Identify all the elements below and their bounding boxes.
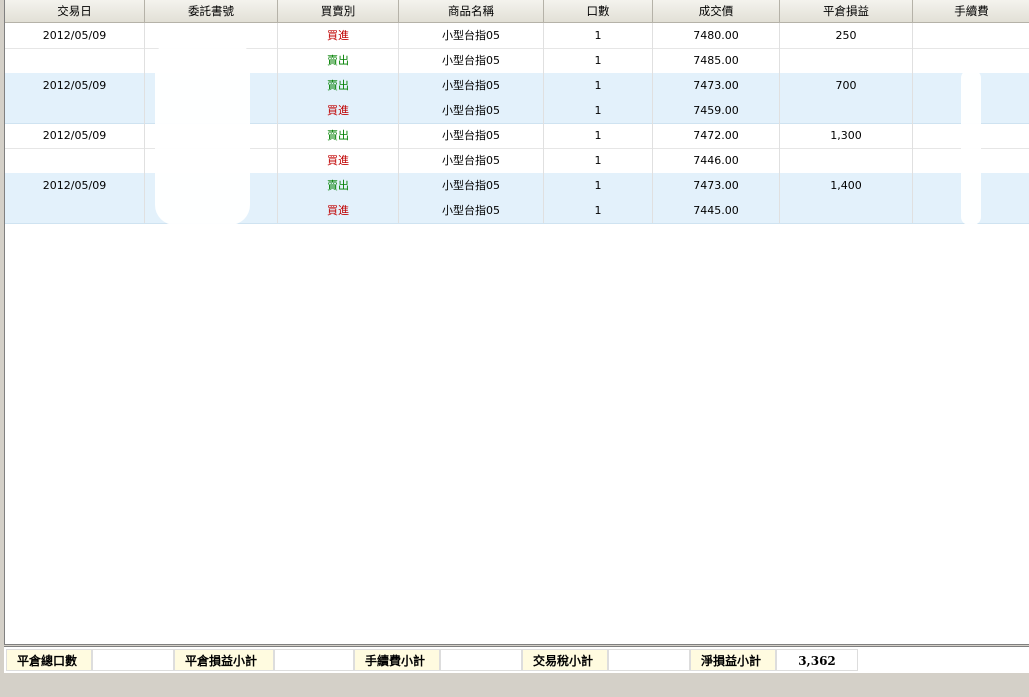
cell-close-pnl: 250 [780,23,913,48]
cell-quantity: 1 [544,73,653,98]
trade-grid: 交易日 委託書號 買賣別 商品名稱 口數 成交價 平倉損益 手續費 2012/0… [4,0,1029,645]
cell-side: 買進 [278,148,399,173]
cell-quantity: 1 [544,173,653,198]
cell-product: 小型台指05 [399,73,544,98]
header-order-no[interactable]: 委託書號 [145,0,278,22]
cell-quantity: 1 [544,48,653,73]
cell-product: 小型台指05 [399,123,544,148]
cell-trade-date [5,148,145,173]
cell-fee [913,23,1029,48]
cell-close-pnl [780,198,913,223]
grid-header: 交易日 委託書號 買賣別 商品名稱 口數 成交價 平倉損益 手續費 [5,0,1029,23]
cell-trade-date [5,98,145,123]
close-qty-value [92,649,174,671]
cell-side: 買進 [278,98,399,123]
cell-quantity: 1 [544,98,653,123]
redaction-mark [961,70,981,225]
cell-quantity: 1 [544,123,653,148]
cell-side: 賣出 [278,48,399,73]
close-qty-label: 平倉總口數 [6,649,92,671]
header-quantity[interactable]: 口數 [544,0,653,22]
cell-trade-date: 2012/05/09 [5,73,145,98]
cell-product: 小型台指05 [399,23,544,48]
cell-product: 小型台指05 [399,98,544,123]
cell-close-pnl [780,48,913,73]
header-product[interactable]: 商品名稱 [399,0,544,22]
cell-close-pnl: 700 [780,73,913,98]
header-close-pnl[interactable]: 平倉損益 [780,0,913,22]
header-price[interactable]: 成交價 [653,0,780,22]
cell-price: 7473.00 [653,73,780,98]
cell-price: 7445.00 [653,198,780,223]
cell-close-pnl [780,98,913,123]
header-side[interactable]: 買賣別 [278,0,399,22]
cell-trade-date [5,48,145,73]
cell-side: 買進 [278,23,399,48]
cell-close-pnl: 1,300 [780,123,913,148]
cell-trade-date: 2012/05/09 [5,123,145,148]
cell-price: 7485.00 [653,48,780,73]
cell-product: 小型台指05 [399,148,544,173]
redaction-mark [155,40,250,225]
cell-close-pnl [780,148,913,173]
tax-subtotal-label: 交易稅小計 [522,649,608,671]
cell-quantity: 1 [544,198,653,223]
cell-side: 賣出 [278,73,399,98]
summary-bar: 平倉總口數 平倉損益小計 手續費小計 交易稅小計 淨損益小計 3,362 [4,646,1029,673]
cell-trade-date: 2012/05/09 [5,173,145,198]
fee-subtotal-label: 手續費小計 [354,649,440,671]
cell-side: 賣出 [278,123,399,148]
cell-side: 買進 [278,198,399,223]
tax-subtotal-value [608,649,690,671]
cell-quantity: 1 [544,148,653,173]
fee-subtotal-value [440,649,522,671]
cell-quantity: 1 [544,23,653,48]
table-row[interactable]: 2012/05/09 買進 小型台指05 1 7480.00 250 [5,23,1029,49]
cell-trade-date [5,198,145,223]
cell-price: 7480.00 [653,23,780,48]
net-pnl-label: 淨損益小計 [690,649,776,671]
cell-side: 賣出 [278,173,399,198]
cell-price: 7459.00 [653,98,780,123]
cell-price: 7473.00 [653,173,780,198]
trade-report-window: 交易日 委託書號 買賣別 商品名稱 口數 成交價 平倉損益 手續費 2012/0… [4,0,1029,697]
cell-price: 7446.00 [653,148,780,173]
cell-product: 小型台指05 [399,48,544,73]
close-pnl-label: 平倉損益小計 [174,649,274,671]
cell-product: 小型台指05 [399,173,544,198]
status-strip [4,674,1029,697]
cell-price: 7472.00 [653,123,780,148]
cell-close-pnl: 1,400 [780,173,913,198]
cell-trade-date: 2012/05/09 [5,23,145,48]
net-pnl-value: 3,362 [776,649,858,671]
header-trade-date[interactable]: 交易日 [5,0,145,22]
close-pnl-value [274,649,354,671]
header-fee[interactable]: 手續費 [913,0,1029,22]
cell-product: 小型台指05 [399,198,544,223]
